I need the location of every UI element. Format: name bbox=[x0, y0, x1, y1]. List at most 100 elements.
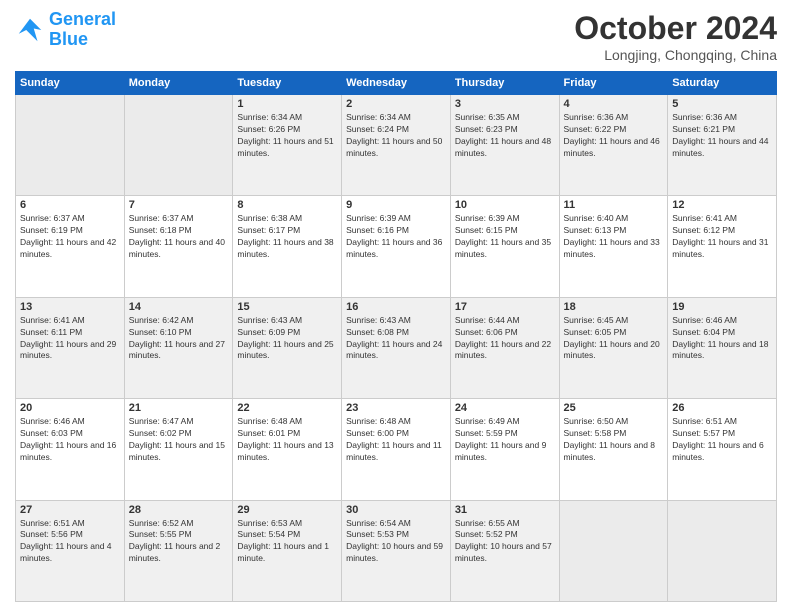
cell-info: Sunrise: 6:36 AM Sunset: 6:22 PM Dayligh… bbox=[564, 112, 664, 160]
calendar-cell: 16Sunrise: 6:43 AM Sunset: 6:08 PM Dayli… bbox=[342, 297, 451, 398]
cell-info: Sunrise: 6:47 AM Sunset: 6:02 PM Dayligh… bbox=[129, 416, 229, 464]
day-number: 24 bbox=[455, 402, 555, 414]
calendar-cell: 30Sunrise: 6:54 AM Sunset: 5:53 PM Dayli… bbox=[342, 500, 451, 601]
cell-info: Sunrise: 6:35 AM Sunset: 6:23 PM Dayligh… bbox=[455, 112, 555, 160]
calendar-cell: 12 Sunrise: 6:41 AM Sunset: 6:12 PM Dayli… bbox=[668, 196, 777, 297]
day-number: 11 bbox=[564, 199, 664, 211]
calendar-cell: 31 Sunrise: 6:55 AM Sunset: 5:52 PM Dayli… bbox=[450, 500, 559, 601]
calendar-cell: 15 Sunrise: 6:43 AM Sunset: 6:09 PM Dayli… bbox=[233, 297, 342, 398]
calendar-week-row: 13 Sunrise: 6:41 AM Sunset: 6:11 PM Dayli… bbox=[16, 297, 777, 398]
day-number: 22 bbox=[237, 402, 337, 414]
day-number: 19 bbox=[672, 301, 772, 313]
day-number: 10 bbox=[455, 199, 555, 211]
day-number: 29 bbox=[237, 504, 337, 516]
calendar-cell: 8 Sunrise: 6:38 AM Sunset: 6:17 PM Daylig… bbox=[233, 196, 342, 297]
day-number: 14 bbox=[129, 301, 229, 313]
calendar-week-row: 6Sunrise: 6:37 AM Sunset: 6:19 PM Daylig… bbox=[16, 196, 777, 297]
weekday-header-friday: Friday bbox=[559, 72, 668, 95]
day-number: 8 bbox=[237, 199, 337, 211]
day-number: 28 bbox=[129, 504, 229, 516]
weekday-header-thursday: Thursday bbox=[450, 72, 559, 95]
cell-info: Sunrise: 6:38 AM Sunset: 6:17 PM Dayligh… bbox=[237, 213, 337, 261]
logo-icon bbox=[15, 15, 45, 45]
calendar-cell: 24 Sunrise: 6:49 AM Sunset: 5:59 PM Dayli… bbox=[450, 399, 559, 500]
month-title: October 2024 bbox=[574, 10, 777, 47]
day-number: 12 bbox=[672, 199, 772, 211]
calendar-cell: 17Sunrise: 6:44 AM Sunset: 6:06 PM Dayli… bbox=[450, 297, 559, 398]
calendar-cell: 3 Sunrise: 6:35 AM Sunset: 6:23 PM Daylig… bbox=[450, 95, 559, 196]
calendar-cell: 14 Sunrise: 6:42 AM Sunset: 6:10 PM Dayli… bbox=[124, 297, 233, 398]
cell-info: Sunrise: 6:37 AM Sunset: 6:18 PM Dayligh… bbox=[129, 213, 229, 261]
calendar-cell: 19Sunrise: 6:46 AM Sunset: 6:04 PM Dayli… bbox=[668, 297, 777, 398]
calendar-cell: 2 Sunrise: 6:34 AM Sunset: 6:24 PM Daylig… bbox=[342, 95, 451, 196]
cell-info: Sunrise: 6:39 AM Sunset: 6:15 PM Dayligh… bbox=[455, 213, 555, 261]
day-number: 2 bbox=[346, 98, 446, 110]
cell-info: Sunrise: 6:40 AM Sunset: 6:13 PM Dayligh… bbox=[564, 213, 664, 261]
cell-info: Sunrise: 6:48 AM Sunset: 6:00 PM Dayligh… bbox=[346, 416, 446, 464]
cell-info: Sunrise: 6:36 AM Sunset: 6:21 PM Dayligh… bbox=[672, 112, 772, 160]
cell-info: Sunrise: 6:46 AM Sunset: 6:03 PM Dayligh… bbox=[20, 416, 120, 464]
weekday-header-tuesday: Tuesday bbox=[233, 72, 342, 95]
calendar-cell bbox=[668, 500, 777, 601]
cell-info: Sunrise: 6:39 AM Sunset: 6:16 PM Dayligh… bbox=[346, 213, 446, 261]
calendar-cell: 29 Sunrise: 6:53 AM Sunset: 5:54 PM Dayli… bbox=[233, 500, 342, 601]
cell-info: Sunrise: 6:42 AM Sunset: 6:10 PM Dayligh… bbox=[129, 315, 229, 363]
calendar-week-row: 1 Sunrise: 6:34 AM Sunset: 6:26 PM Daylig… bbox=[16, 95, 777, 196]
calendar-cell bbox=[124, 95, 233, 196]
day-number: 5 bbox=[672, 98, 772, 110]
weekday-header-wednesday: Wednesday bbox=[342, 72, 451, 95]
calendar-cell: 4 Sunrise: 6:36 AM Sunset: 6:22 PM Daylig… bbox=[559, 95, 668, 196]
header: General Blue October 2024 Longjing, Chon… bbox=[15, 10, 777, 63]
calendar-cell: 9Sunrise: 6:39 AM Sunset: 6:16 PM Daylig… bbox=[342, 196, 451, 297]
cell-info: Sunrise: 6:55 AM Sunset: 5:52 PM Dayligh… bbox=[455, 518, 555, 566]
day-number: 30 bbox=[346, 504, 446, 516]
calendar-cell: 28Sunrise: 6:52 AM Sunset: 5:55 PM Dayli… bbox=[124, 500, 233, 601]
cell-info: Sunrise: 6:41 AM Sunset: 6:11 PM Dayligh… bbox=[20, 315, 120, 363]
day-number: 31 bbox=[455, 504, 555, 516]
location: Longjing, Chongqing, China bbox=[574, 47, 777, 63]
calendar-cell: 5 Sunrise: 6:36 AM Sunset: 6:21 PM Daylig… bbox=[668, 95, 777, 196]
title-block: October 2024 Longjing, Chongqing, China bbox=[574, 10, 777, 63]
cell-info: Sunrise: 6:51 AM Sunset: 5:57 PM Dayligh… bbox=[672, 416, 772, 464]
cell-info: Sunrise: 6:43 AM Sunset: 6:09 PM Dayligh… bbox=[237, 315, 337, 363]
calendar-week-row: 27 Sunrise: 6:51 AM Sunset: 5:56 PM Dayli… bbox=[16, 500, 777, 601]
cell-info: Sunrise: 6:45 AM Sunset: 6:05 PM Dayligh… bbox=[564, 315, 664, 363]
calendar-cell: 27 Sunrise: 6:51 AM Sunset: 5:56 PM Dayli… bbox=[16, 500, 125, 601]
calendar-cell: 7 Sunrise: 6:37 AM Sunset: 6:18 PM Daylig… bbox=[124, 196, 233, 297]
day-number: 4 bbox=[564, 98, 664, 110]
calendar-week-row: 20 Sunrise: 6:46 AM Sunset: 6:03 PM Dayli… bbox=[16, 399, 777, 500]
day-number: 26 bbox=[672, 402, 772, 414]
cell-info: Sunrise: 6:50 AM Sunset: 5:58 PM Dayligh… bbox=[564, 416, 664, 464]
day-number: 20 bbox=[20, 402, 120, 414]
day-number: 16 bbox=[346, 301, 446, 313]
cell-info: Sunrise: 6:37 AM Sunset: 6:19 PM Dayligh… bbox=[20, 213, 120, 261]
cell-info: Sunrise: 6:34 AM Sunset: 6:24 PM Dayligh… bbox=[346, 112, 446, 160]
cell-info: Sunrise: 6:51 AM Sunset: 5:56 PM Dayligh… bbox=[20, 518, 120, 566]
day-number: 1 bbox=[237, 98, 337, 110]
calendar-cell: 25 Sunrise: 6:50 AM Sunset: 5:58 PM Dayli… bbox=[559, 399, 668, 500]
calendar-cell: 11 Sunrise: 6:40 AM Sunset: 6:13 PM Dayli… bbox=[559, 196, 668, 297]
cell-info: Sunrise: 6:34 AM Sunset: 6:26 PM Dayligh… bbox=[237, 112, 337, 160]
calendar-cell: 10 Sunrise: 6:39 AM Sunset: 6:15 PM Dayli… bbox=[450, 196, 559, 297]
day-number: 25 bbox=[564, 402, 664, 414]
calendar-cell: 20 Sunrise: 6:46 AM Sunset: 6:03 PM Dayli… bbox=[16, 399, 125, 500]
logo-text: General Blue bbox=[49, 10, 116, 50]
day-number: 27 bbox=[20, 504, 120, 516]
calendar-cell: 21Sunrise: 6:47 AM Sunset: 6:02 PM Dayli… bbox=[124, 399, 233, 500]
calendar-cell bbox=[559, 500, 668, 601]
cell-info: Sunrise: 6:49 AM Sunset: 5:59 PM Dayligh… bbox=[455, 416, 555, 464]
cell-info: Sunrise: 6:48 AM Sunset: 6:01 PM Dayligh… bbox=[237, 416, 337, 464]
day-number: 15 bbox=[237, 301, 337, 313]
weekday-header-row: SundayMondayTuesdayWednesdayThursdayFrid… bbox=[16, 72, 777, 95]
calendar-cell: 22 Sunrise: 6:48 AM Sunset: 6:01 PM Dayli… bbox=[233, 399, 342, 500]
cell-info: Sunrise: 6:41 AM Sunset: 6:12 PM Dayligh… bbox=[672, 213, 772, 261]
logo: General Blue bbox=[15, 10, 116, 50]
cell-info: Sunrise: 6:53 AM Sunset: 5:54 PM Dayligh… bbox=[237, 518, 337, 566]
day-number: 7 bbox=[129, 199, 229, 211]
calendar-cell bbox=[16, 95, 125, 196]
day-number: 3 bbox=[455, 98, 555, 110]
calendar-cell: 26 Sunrise: 6:51 AM Sunset: 5:57 PM Dayli… bbox=[668, 399, 777, 500]
calendar-table: SundayMondayTuesdayWednesdayThursdayFrid… bbox=[15, 71, 777, 602]
page: General Blue October 2024 Longjing, Chon… bbox=[0, 0, 792, 612]
day-number: 13 bbox=[20, 301, 120, 313]
